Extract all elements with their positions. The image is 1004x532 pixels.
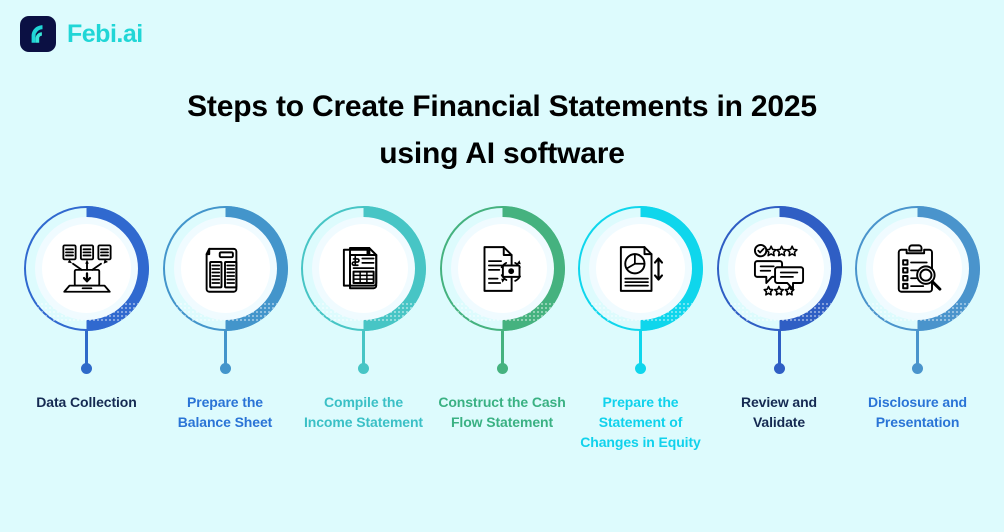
step-icon-disc [734,224,824,313]
step-badge[interactable] [24,206,149,331]
step-connector-dot [496,363,508,374]
step-label: Disclosure and Presentation [868,394,967,431]
step-1[interactable]: Data Collection [22,206,151,452]
step-label: Review and Validate [740,394,818,431]
step-icon-disc [180,224,270,313]
step-label: Prepare the Balance Sheet [177,394,273,431]
step-icon-disc [42,224,131,313]
cash-flow-document-icon [474,241,530,297]
step-badge[interactable] [578,206,703,331]
step-badge[interactable] [855,206,980,331]
pie-chart-report-icon [613,241,669,297]
brand-lockup: Febi.ai [20,16,143,52]
page-title: Steps to Create Financial Statements in … [0,84,1004,177]
step-connector-line [639,331,642,364]
step-3[interactable]: Compile the Income Statement [299,206,428,452]
step-label: Compile the Income Statement [304,394,423,431]
review-chat-stars-icon [751,241,807,297]
invoice-stack-icon [336,241,392,297]
step-connector-dot [81,363,92,374]
step-4[interactable]: Construct the Cash Flow Statement [438,206,567,452]
step-connector-line [223,331,227,364]
page-title-line-2: using AI software [379,136,625,170]
step-badge[interactable] [716,206,842,331]
step-label: Construct the Cash Flow Statement [438,394,566,431]
step-connector-dot [635,363,646,374]
step-badge[interactable] [301,206,426,331]
step-icon-disc [319,224,408,313]
step-connector-line [362,331,365,364]
step-connector-line [777,331,781,364]
step-6[interactable]: Review and Validate [715,206,844,452]
step-connector-line [916,331,919,364]
febi-f-logomark-icon [20,16,56,52]
step-icon-disc [457,224,547,313]
step-icon-disc [873,224,962,313]
step-connector-dot [912,363,923,374]
step-2[interactable]: Prepare the Balance Sheet [161,206,290,452]
brand-name: Febi.ai [67,19,143,48]
step-7[interactable]: Disclosure and Presentation [853,206,982,452]
step-badge[interactable] [439,206,565,331]
documents-to-laptop-icon [59,241,115,297]
step-icon-disc [596,224,685,313]
step-connector-line [500,331,504,364]
balance-sheet-document-icon [197,241,253,297]
step-connector-dot [773,363,785,374]
step-label: Prepare the Statement of Changes in Equi… [580,394,701,451]
step-5[interactable]: Prepare the Statement of Changes in Equi… [576,206,705,452]
step-connector-dot [219,363,231,374]
step-connector-dot [358,363,369,374]
page-title-line-1: Steps to Create Financial Statements in … [187,90,817,123]
step-badge[interactable] [162,206,288,331]
step-label: Data Collection [36,394,137,410]
step-connector-line [85,331,88,364]
steps-row: Data Collection Prepare the Balance Sheet… [0,206,1004,452]
clipboard-magnifier-icon [890,241,946,297]
